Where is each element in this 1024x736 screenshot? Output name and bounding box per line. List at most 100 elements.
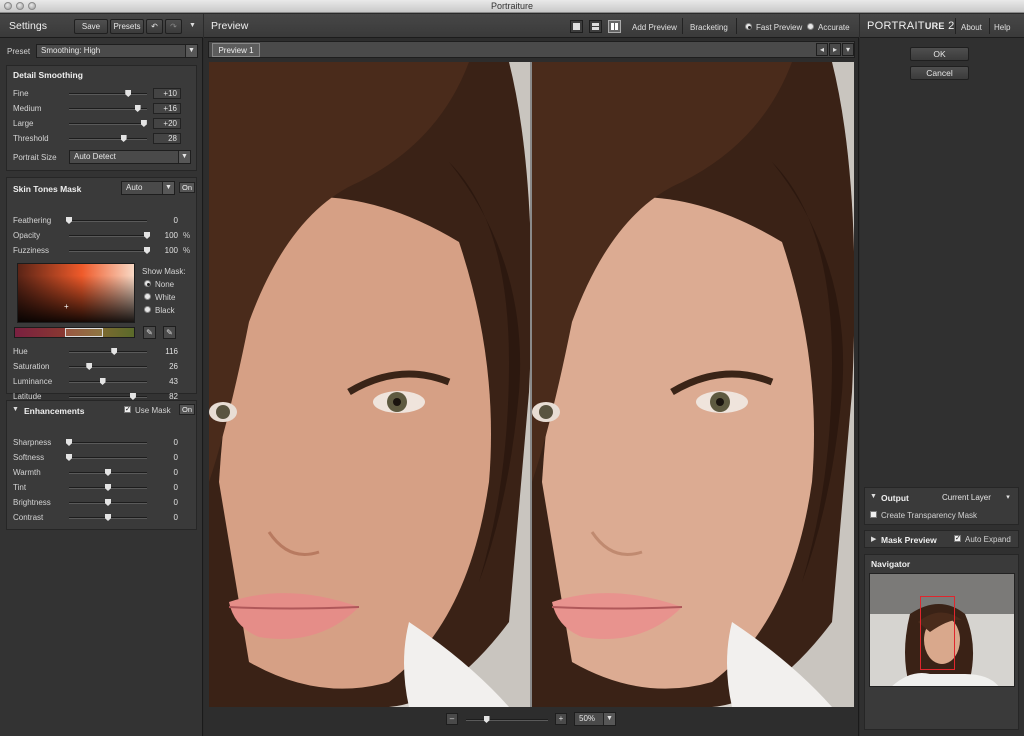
hue-slider-thumb[interactable]: [111, 348, 118, 355]
fast-preview-label: Fast Preview: [756, 23, 803, 32]
saturation-slider-thumb[interactable]: [86, 363, 93, 370]
show-mask-none-radio[interactable]: [144, 280, 151, 287]
softness-slider-thumb[interactable]: [66, 454, 72, 461]
preview-title: Preview: [211, 20, 249, 32]
threshold-value[interactable]: 28: [153, 133, 181, 144]
undo-button[interactable]: ↶: [146, 19, 163, 34]
latitude-slider-thumb[interactable]: [129, 393, 136, 400]
preview-before-image[interactable]: [209, 62, 530, 707]
fine-slider-track[interactable]: [69, 93, 147, 95]
skin-tones-title: Skin Tones Mask: [13, 184, 82, 194]
preset-dropdown[interactable]: Smoothing: High ▼: [36, 44, 198, 58]
split-horizontal-button[interactable]: [589, 20, 602, 33]
add-preview-button[interactable]: Add Preview: [632, 23, 677, 32]
settings-header: Settings Save Presets ↶ ↷ ▼: [0, 14, 203, 38]
warmth-label: Warmth: [13, 468, 41, 477]
show-mask-black-radio[interactable]: [144, 306, 151, 313]
large-slider-track[interactable]: [69, 123, 147, 125]
softness-slider-track[interactable]: [69, 457, 147, 459]
accurate-radio[interactable]: [807, 23, 814, 30]
cancel-button[interactable]: Cancel: [910, 66, 969, 80]
hue-range-window[interactable]: [65, 328, 103, 337]
save-button[interactable]: Save: [74, 19, 108, 34]
navigator-view-frame[interactable]: [920, 596, 955, 670]
zoom-level-dropdown[interactable]: 50% ▼: [574, 712, 616, 726]
mask-preview-expand-icon[interactable]: ▶: [871, 535, 876, 543]
output-collapse-icon[interactable]: ▼: [870, 493, 877, 500]
tab-menu-button[interactable]: ▾: [842, 43, 854, 56]
warmth-slider-thumb[interactable]: [105, 469, 111, 476]
right-header: Portraiture 2 About Help: [860, 14, 1024, 38]
tint-slider-thumb[interactable]: [105, 484, 111, 491]
navigator-thumbnail[interactable]: [869, 573, 1015, 687]
opacity-slider-track[interactable]: [69, 235, 147, 237]
fuzziness-label: Fuzziness: [13, 246, 50, 255]
softness-value: 0: [173, 453, 178, 462]
preview-after-image[interactable]: [532, 62, 854, 707]
large-slider-thumb[interactable]: [140, 120, 147, 127]
fuzziness-slider-track[interactable]: [69, 250, 147, 252]
large-value[interactable]: +20: [153, 118, 181, 129]
portrait-size-label: Portrait Size: [13, 153, 57, 162]
chevron-down-icon: ▼: [162, 182, 174, 194]
help-button[interactable]: Help: [994, 23, 1010, 32]
settings-menu-icon[interactable]: ▼: [189, 22, 196, 29]
threshold-label: Threshold: [13, 134, 49, 143]
luminance-slider-track[interactable]: [69, 381, 147, 383]
threshold-slider-track[interactable]: [69, 138, 147, 140]
threshold-slider-thumb[interactable]: [120, 135, 127, 142]
feathering-slider-track[interactable]: [69, 220, 147, 222]
skin-mode-dropdown[interactable]: Auto ▼: [121, 181, 175, 195]
saturation-value: 26: [169, 362, 178, 371]
sharpness-slider-thumb[interactable]: [66, 439, 72, 446]
opacity-label: Opacity: [13, 231, 41, 240]
zoom-slider-thumb[interactable]: [483, 716, 490, 723]
medium-value[interactable]: +16: [153, 103, 181, 114]
tab-scroll-right-button[interactable]: ▸: [829, 43, 841, 56]
eyedropper-subtract-button[interactable]: ✎: [163, 326, 176, 339]
presets-button[interactable]: Presets: [110, 19, 144, 34]
portrait-size-dropdown[interactable]: Auto Detect ▼: [69, 150, 191, 164]
medium-slider-thumb[interactable]: [134, 105, 141, 112]
eyedropper-add-button[interactable]: ✎: [143, 326, 156, 339]
enhancements-on-toggle[interactable]: On: [179, 404, 195, 415]
brightness-label: Brightness: [13, 498, 51, 507]
enhancements-collapse-icon[interactable]: ▼: [12, 406, 19, 413]
brightness-slider-thumb[interactable]: [105, 499, 111, 506]
show-mask-white-label: White: [155, 293, 176, 302]
skin-color-picker[interactable]: +: [17, 263, 135, 323]
fast-preview-radio[interactable]: [745, 23, 752, 30]
tab-preview-1[interactable]: Preview 1: [212, 43, 260, 57]
minus-icon: –: [449, 714, 455, 723]
split-vertical-button[interactable]: [608, 20, 621, 33]
zoom-out-button[interactable]: –: [446, 713, 458, 725]
skin-mask-on-toggle[interactable]: On: [179, 182, 195, 193]
hue-slider-track[interactable]: [69, 351, 147, 353]
single-view-button[interactable]: [570, 20, 583, 33]
use-mask-checkbox[interactable]: ✓: [124, 406, 131, 413]
redo-button[interactable]: ↷: [165, 19, 182, 34]
large-label: Large: [13, 119, 34, 128]
fine-value[interactable]: +10: [153, 88, 181, 99]
sharpness-slider-track[interactable]: [69, 442, 147, 444]
tab-scroll-left-button[interactable]: ◂: [816, 43, 828, 56]
ok-button[interactable]: OK: [910, 47, 969, 61]
luminance-value: 43: [169, 377, 178, 386]
show-mask-white-radio[interactable]: [144, 293, 151, 300]
zoom-in-button[interactable]: +: [555, 713, 567, 725]
saturation-slider-track[interactable]: [69, 366, 147, 368]
output-dropdown[interactable]: Current Layer ▾: [937, 491, 1015, 505]
auto-expand-checkbox[interactable]: ✓: [954, 535, 961, 542]
fine-slider-thumb[interactable]: [125, 90, 132, 97]
luminance-slider-thumb[interactable]: [99, 378, 106, 385]
hue-range-strip[interactable]: [14, 327, 135, 338]
contrast-slider-thumb[interactable]: [105, 514, 111, 521]
bracketing-button[interactable]: Bracketing: [690, 23, 728, 32]
medium-label: Medium: [13, 104, 42, 113]
settings-title: Settings: [9, 20, 47, 32]
output-value: Current Layer: [942, 493, 991, 502]
about-button[interactable]: About: [961, 23, 982, 32]
create-transparency-mask-checkbox[interactable]: [870, 511, 877, 518]
feathering-slider-thumb[interactable]: [66, 217, 72, 224]
zoom-slider-track[interactable]: [466, 719, 548, 721]
